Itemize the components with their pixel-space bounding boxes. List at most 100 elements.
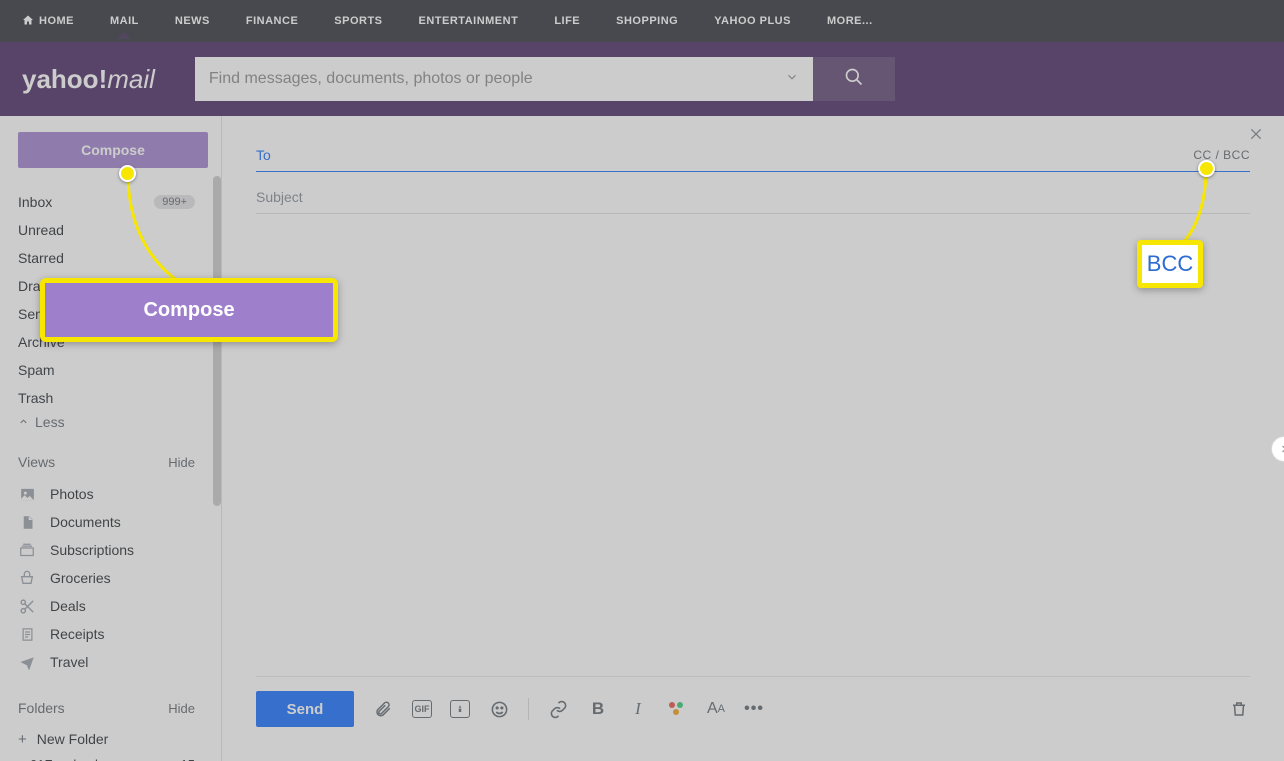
folder-label: Spam [18,362,55,378]
less-label: Less [35,414,65,430]
basket-icon [18,570,36,586]
folder-trash[interactable]: Trash [18,384,213,412]
new-folder-label: New Folder [37,731,109,747]
folders-hide[interactable]: Hide [168,701,195,716]
nav-news[interactable]: NEWS [175,15,210,27]
bold-icon[interactable]: B [587,698,609,720]
link-icon[interactable] [547,698,569,720]
nav-home[interactable]: HOME [22,14,74,29]
nav-mail[interactable]: MAIL [110,15,139,27]
chevron-up-icon [18,414,29,430]
subject-field[interactable]: Subject [256,180,1250,214]
folder-starred[interactable]: Starred [18,244,213,272]
view-label: Receipts [50,626,104,642]
view-travel[interactable]: Travel [18,648,213,676]
folder-label: Inbox [18,194,52,210]
main: Compose Inbox 999+ Unread Starred Drafts… [0,116,1284,761]
view-label: Groceries [50,570,111,586]
callout-compose: Compose [40,278,338,342]
user-folder-name: 01Facebook [30,757,102,761]
scissors-icon [18,598,36,615]
view-label: Travel [50,654,88,670]
search-icon [844,67,864,92]
to-field[interactable]: To CC / BCC [256,138,1250,172]
less-toggle[interactable]: Less [18,414,213,430]
view-deals[interactable]: Deals [18,592,213,620]
toolbar-separator [528,698,529,720]
font-size-icon[interactable]: AA [707,698,725,720]
message-body[interactable] [256,214,1250,674]
nav-entertainment[interactable]: ENTERTAINMENT [419,15,519,27]
callout-dot-bcc [1198,160,1215,177]
nav-label: HOME [39,15,74,27]
search-wrap: Find messages, documents, photos or peop… [195,57,895,101]
color-icon[interactable] [667,698,689,720]
chevron-down-icon[interactable] [785,70,799,89]
callout-compose-button[interactable]: Compose [45,283,333,337]
sidebar: Compose Inbox 999+ Unread Starred Drafts… [0,116,222,761]
logo[interactable]: yahoo!mail [22,64,155,95]
view-label: Subscriptions [50,542,134,558]
italic-icon[interactable]: I [627,698,649,720]
folder-inbox[interactable]: Inbox 999+ [18,188,213,216]
header: yahoo!mail Find messages, documents, pho… [0,42,1284,116]
nav-finance[interactable]: FINANCE [246,15,298,27]
compose-button[interactable]: Compose [18,132,208,168]
compose-toolbar: Send GIF B I AA ••• [256,677,1250,741]
subject-label: Subject [256,189,303,205]
nav-shopping[interactable]: SHOPPING [616,15,678,27]
subscriptions-icon [18,543,36,558]
photo-icon [18,486,36,503]
logo-brand: yahoo! [22,64,107,94]
views-title: Views [18,454,55,470]
gif-icon[interactable]: GIF [412,700,432,718]
folder-unread[interactable]: Unread [18,216,213,244]
home-icon [22,14,34,29]
folders-header: Folders Hide [18,700,213,716]
more-icon[interactable]: ••• [743,698,765,720]
nav-sports[interactable]: SPORTS [334,15,382,27]
plane-icon [18,654,36,670]
expand-panel-button[interactable] [1271,436,1284,462]
trash-icon[interactable] [1228,698,1250,720]
callout-bcc-label[interactable]: BCC [1142,245,1198,283]
callout-bcc: BCC [1137,240,1203,288]
user-folder-count: 15 [181,757,195,761]
view-label: Photos [50,486,94,502]
logo-product: mail [107,64,155,94]
stationery-icon[interactable] [450,700,470,718]
folder-spam[interactable]: Spam [18,356,213,384]
close-button[interactable] [1248,126,1264,147]
folder-label: Unread [18,222,64,238]
cc-bcc-toggle[interactable]: CC / BCC [1193,148,1250,162]
receipt-icon [18,626,36,643]
search-placeholder: Find messages, documents, photos or peop… [209,70,533,88]
nav-yahoo-plus[interactable]: YAHOO PLUS [714,15,791,27]
search-input[interactable]: Find messages, documents, photos or peop… [195,57,813,101]
view-subscriptions[interactable]: Subscriptions [18,536,213,564]
view-groceries[interactable]: Groceries [18,564,213,592]
views-hide[interactable]: Hide [168,455,195,470]
folder-label: Trash [18,390,53,406]
user-folder[interactable]: 01Facebook 15 [18,752,213,761]
view-photos[interactable]: Photos [18,480,213,508]
view-receipts[interactable]: Receipts [18,620,213,648]
view-documents[interactable]: Documents [18,508,213,536]
font-small: A [718,703,725,715]
attach-icon[interactable] [372,698,394,720]
top-nav: HOME MAIL NEWS FINANCE SPORTS ENTERTAINM… [0,0,1284,42]
view-label: Deals [50,598,86,614]
emoji-icon[interactable] [488,698,510,720]
views-header: Views Hide [18,454,213,470]
folders-title: Folders [18,700,65,716]
callout-dot-compose [119,165,136,182]
new-folder-button[interactable]: + New Folder [18,726,213,752]
to-label: To [256,147,271,163]
search-button[interactable] [813,57,895,101]
nav-life[interactable]: LIFE [554,15,580,27]
plus-icon: + [18,731,27,748]
folder-label: Starred [18,250,64,266]
nav-more[interactable]: MORE... [827,15,873,27]
send-button[interactable]: Send [256,691,354,727]
folder-count: 999+ [154,195,195,209]
